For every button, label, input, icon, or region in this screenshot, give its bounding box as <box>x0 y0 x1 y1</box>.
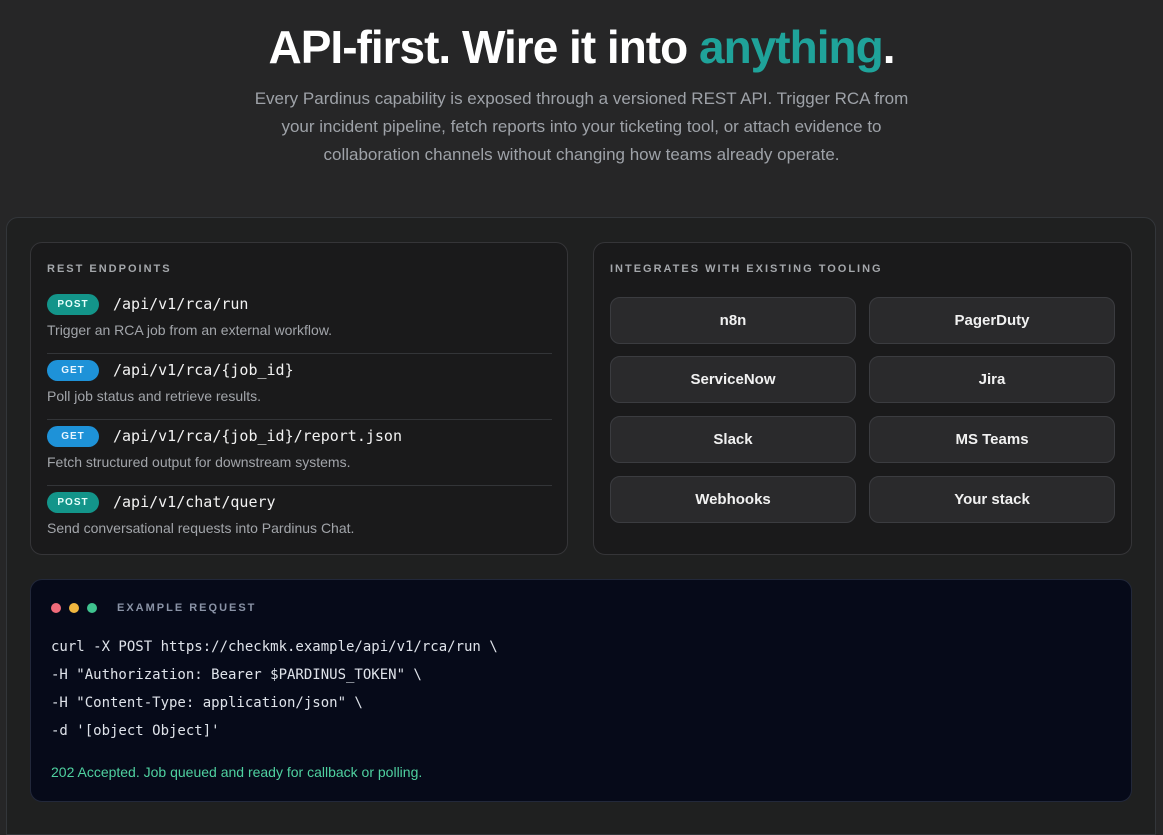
endpoint-description: Poll job status and retrieve results. <box>47 388 261 404</box>
integration-ms-teams[interactable]: MS Teams <box>869 416 1115 463</box>
example-request-terminal: EXAMPLE REQUEST curl -X POST https://che… <box>30 579 1132 802</box>
integration-servicenow[interactable]: ServiceNow <box>610 356 856 403</box>
endpoint-row[interactable]: POST /api/v1/chat/query Send conversatio… <box>47 492 552 552</box>
title-main: API-first. Wire it into <box>268 21 700 73</box>
endpoint-description: Fetch structured output for downstream s… <box>47 454 351 470</box>
endpoint-path: /api/v1/rca/run <box>113 295 249 313</box>
endpoint-path: /api/v1/rca/{job_id}/report.json <box>113 427 402 445</box>
rest-endpoints-title: REST ENDPOINTS <box>47 263 172 275</box>
window-close-dot <box>51 603 61 613</box>
title-end: . <box>882 21 896 73</box>
endpoint-row[interactable]: POST /api/v1/rca/run Trigger an RCA job … <box>47 294 552 354</box>
endpoint-path: /api/v1/rca/{job_id} <box>113 361 294 379</box>
endpoint-description: Send conversational requests into Pardin… <box>47 520 355 536</box>
code-line: -H "Content-Type: application/json" \ <box>51 695 363 711</box>
window-maximize-dot <box>87 603 97 613</box>
integration-n8n[interactable]: n8n <box>610 297 856 344</box>
method-badge: GET <box>47 426 99 447</box>
window-minimize-dot <box>69 603 79 613</box>
integration-pagerduty[interactable]: PagerDuty <box>869 297 1115 344</box>
integration-slack[interactable]: Slack <box>610 416 856 463</box>
code-line: curl -X POST https://checkmk.example/api… <box>51 639 498 655</box>
endpoint-path: /api/v1/chat/query <box>113 493 276 511</box>
hero-subtitle: Every Pardinus capability is exposed thr… <box>254 89 909 164</box>
integration-your-stack[interactable]: Your stack <box>869 476 1115 523</box>
response-status: 202 Accepted. Job queued and ready for c… <box>51 764 423 780</box>
endpoint-row[interactable]: GET /api/v1/rca/{job_id} Poll job status… <box>47 360 552 420</box>
terminal-title: EXAMPLE REQUEST <box>117 602 257 614</box>
method-badge: GET <box>47 360 99 381</box>
integration-webhooks[interactable]: Webhooks <box>610 476 856 523</box>
endpoint-description: Trigger an RCA job from an external work… <box>47 322 333 338</box>
method-badge: POST <box>47 294 99 315</box>
page-title: API-first. Wire it into anything. <box>0 20 1163 74</box>
title-accent: anything <box>699 21 884 73</box>
code-line: -d '[object Object]' <box>51 723 220 739</box>
method-badge: POST <box>47 492 99 513</box>
integrations-title: INTEGRATES WITH EXISTING TOOLING <box>610 263 883 275</box>
integration-jira[interactable]: Jira <box>869 356 1115 403</box>
endpoint-row[interactable]: GET /api/v1/rca/{job_id}/report.json Fet… <box>47 426 552 486</box>
api-panel: REST ENDPOINTS POST /api/v1/rca/run Trig… <box>6 217 1156 835</box>
integrations-card: INTEGRATES WITH EXISTING TOOLING n8n Pag… <box>593 242 1132 555</box>
rest-endpoints-card: REST ENDPOINTS POST /api/v1/rca/run Trig… <box>30 242 568 555</box>
code-line: -H "Authorization: Bearer $PARDINUS_TOKE… <box>51 667 422 683</box>
